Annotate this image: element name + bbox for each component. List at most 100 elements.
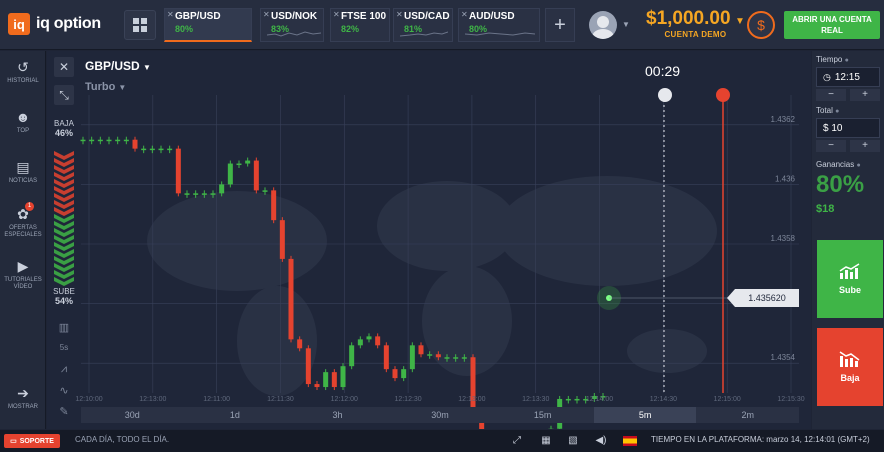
sidebar-item-history[interactable]: ↺ HISTORIAL xyxy=(0,59,46,85)
total-minus-button[interactable]: − xyxy=(816,140,846,152)
time-plus-button[interactable]: + xyxy=(850,89,880,101)
sentiment-down: BAJA 46% xyxy=(51,119,77,138)
indicators-icon[interactable]: ⩘ xyxy=(55,363,73,379)
document-icon[interactable]: ▧ xyxy=(567,435,579,447)
call-up-label: Sube xyxy=(838,285,861,295)
chart-canvas[interactable]: 1.43621.4361.43581.43561.435412:10:0012:… xyxy=(47,51,811,429)
close-icon[interactable]: ✕ xyxy=(167,10,174,19)
spain-flag-icon[interactable] xyxy=(623,436,637,446)
info-icon: ● xyxy=(844,57,849,64)
chevron-down-icon[interactable]: ▼ xyxy=(622,20,630,29)
gains-percent: 80% xyxy=(816,171,865,198)
candle xyxy=(331,372,337,388)
candle-interval-button[interactable]: 5s xyxy=(55,343,73,359)
stopwatch-icon xyxy=(658,88,672,102)
candle xyxy=(314,384,320,388)
candle xyxy=(401,369,407,379)
add-tab-button[interactable]: + xyxy=(545,8,575,42)
time-minus-button[interactable]: − xyxy=(816,89,846,101)
timeframe-5m[interactable]: 5m xyxy=(593,407,697,423)
fullscreen-icon[interactable]: ⤢ xyxy=(511,435,523,447)
close-icon: ✕ xyxy=(58,60,70,74)
expiration-time-field[interactable]: ◷ 12:15 xyxy=(816,67,880,87)
sidebar-item-video-tutorials[interactable]: ▶ TUTORIALES VÍDEO xyxy=(0,258,46,291)
tab-name: USD/NOK xyxy=(271,11,318,22)
tab-usd-nok[interactable]: ✕ USD/NOK 83% xyxy=(260,8,324,42)
tab-usd-cad[interactable]: ✕ USD/CAD 81% xyxy=(393,8,453,42)
candle xyxy=(175,148,181,194)
avatar[interactable] xyxy=(589,11,617,39)
candle xyxy=(123,139,129,142)
users-icon: ☻ xyxy=(15,109,31,125)
close-chart-button[interactable]: ✕ xyxy=(54,57,74,77)
pair-selector[interactable]: GBP/USD ▼ xyxy=(85,59,151,73)
investment-field[interactable]: $ 10 xyxy=(816,118,880,138)
logo-mark: iq xyxy=(8,13,30,35)
platform-time: TIEMPO EN LA PLATAFORMA: marzo 14, 12:14… xyxy=(651,435,870,444)
close-icon[interactable]: ✕ xyxy=(333,10,340,19)
candle xyxy=(366,336,372,340)
candle xyxy=(297,339,303,349)
calculator-icon[interactable]: ▦ xyxy=(540,435,552,447)
candle xyxy=(149,148,155,151)
clock-icon: ◷ xyxy=(823,71,831,82)
info-icon: ● xyxy=(856,162,861,169)
sidebar-item-special-offers[interactable]: ✿ 1 OFERTAS ESPECIALES xyxy=(0,202,46,239)
sentiment-down-pct: 46% xyxy=(54,128,73,138)
timeframe-15m[interactable]: 15m xyxy=(491,407,594,423)
logo[interactable]: iq iq option xyxy=(8,13,101,35)
collapse-chart-button[interactable]: ⤡ xyxy=(54,85,74,105)
candle xyxy=(288,258,294,340)
tab-gbp-usd[interactable]: ✕ GBP/USD 80% xyxy=(164,8,252,42)
flag-icon xyxy=(716,88,730,102)
put-down-button[interactable]: Baja xyxy=(817,328,883,406)
refill-balance-button[interactable]: $ xyxy=(747,11,775,39)
sentiment-bar xyxy=(54,151,74,286)
chart-type-icon[interactable]: ▥ xyxy=(55,321,73,337)
history-icon: ↺ xyxy=(17,59,29,75)
tab-ftse-100[interactable]: ✕ FTSE 100 (Ti 82% xyxy=(330,8,390,42)
sentiment-chevron xyxy=(54,151,74,160)
close-icon[interactable]: ✕ xyxy=(461,10,468,19)
y-tick-label: 1.4362 xyxy=(771,115,796,124)
sidebar-item-top[interactable]: ☻ TOP xyxy=(0,109,46,135)
tab-aud-usd[interactable]: ✕ AUD/USD 80% xyxy=(458,8,540,42)
x-tick-label: 12:12:30 xyxy=(394,396,421,403)
balance-selector[interactable]: $1,000.00 ▼ CUENTA DEMO xyxy=(646,8,745,39)
candle xyxy=(236,163,242,166)
footer-slogan: CADA DÍA, TODO EL DÍA. xyxy=(75,435,170,444)
candle xyxy=(219,184,225,194)
sparkline-icon xyxy=(400,31,448,37)
close-icon[interactable]: ✕ xyxy=(263,10,270,19)
tab-payout: 82% xyxy=(341,24,360,34)
sidebar-item-show[interactable]: ➔ MOSTRAR xyxy=(0,385,46,411)
candle xyxy=(262,190,268,192)
line-tool-icon[interactable]: ∿ xyxy=(55,384,73,400)
close-icon[interactable]: ✕ xyxy=(396,10,403,19)
x-tick-label: 12:11:30 xyxy=(267,396,294,403)
x-tick-label: 12:15:30 xyxy=(777,396,804,403)
open-real-account-button[interactable]: ABRIR UNA CUENTA REAL xyxy=(784,11,880,39)
timeframe-30m[interactable]: 30m xyxy=(389,407,492,423)
timeframe-2m[interactable]: 2m xyxy=(696,407,799,423)
pencil-icon[interactable]: ✎ xyxy=(55,405,73,421)
timeframe-1d[interactable]: 1d xyxy=(184,407,287,423)
candle xyxy=(383,345,389,370)
x-tick-label: 12:14:30 xyxy=(650,396,677,403)
sparkline-icon xyxy=(465,32,535,36)
sidebar-item-news[interactable]: ▤ NOTICIAS xyxy=(0,159,46,185)
total-plus-button[interactable]: + xyxy=(850,140,880,152)
timeframe-3h[interactable]: 3h xyxy=(286,407,389,423)
news-icon: ▤ xyxy=(16,159,30,175)
call-up-button[interactable]: Sube xyxy=(817,240,883,318)
top-bar: iq iq option ✕ GBP/USD 80% ✕ USD/NOK 83%… xyxy=(0,0,884,50)
candle xyxy=(375,336,381,346)
assets-grid-button[interactable] xyxy=(124,10,156,40)
sidebar-item-label: TOP xyxy=(16,128,30,134)
volume-icon[interactable]: ◀) xyxy=(595,435,607,447)
trading-chart[interactable]: 1.43621.4361.43581.43561.435412:10:0012:… xyxy=(47,51,811,429)
mode-selector[interactable]: Turbo ▼ xyxy=(85,81,126,93)
timeframe-30d[interactable]: 30d xyxy=(81,407,184,423)
support-button[interactable]: ▭ SOPORTE xyxy=(4,434,60,448)
sidebar-item-label: HISTORIAL xyxy=(7,78,39,84)
